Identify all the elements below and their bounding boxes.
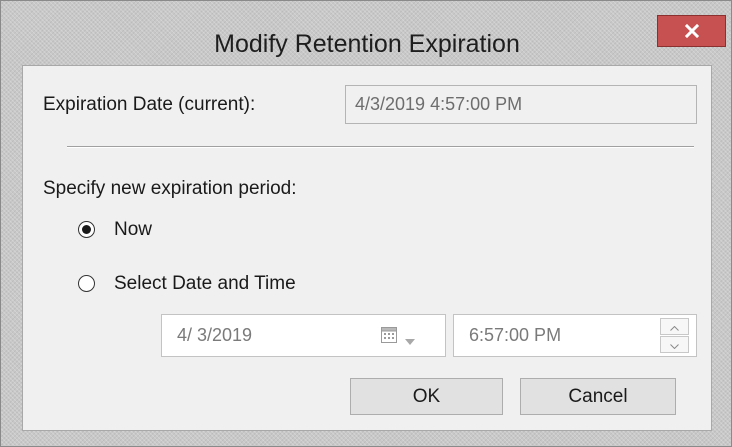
date-picker[interactable]: 4/ 3/2019 [161, 314, 446, 357]
date-value: 4/ 3/2019 [177, 325, 253, 345]
dialog-title: Modify Retention Expiration [214, 30, 520, 58]
close-icon [684, 24, 699, 38]
chevron-up-icon [670, 318, 679, 336]
time-spin-down-button[interactable] [660, 336, 689, 353]
radio-now-label[interactable]: Now [114, 218, 152, 242]
time-picker[interactable]: 6:57:00 PM [453, 314, 697, 357]
time-spin-up-button[interactable] [660, 318, 689, 335]
close-button[interactable] [657, 15, 726, 47]
time-value: 6:57:00 PM [469, 325, 562, 345]
current-expiration-label: Expiration Date (current): [43, 94, 256, 115]
ok-button[interactable]: OK [350, 378, 503, 415]
dialog-window: Modify Retention Expiration Expiration D… [0, 0, 732, 447]
radio-now[interactable] [78, 221, 95, 238]
dialog-content: Expiration Date (current): 4/3/2019 4:57… [22, 65, 712, 431]
radio-select-date-time[interactable] [78, 275, 95, 292]
radio-select-date-time-label[interactable]: Select Date and Time [114, 272, 296, 296]
chevron-down-icon[interactable] [405, 332, 415, 350]
chevron-down-icon [670, 336, 679, 354]
separator [67, 146, 694, 148]
cancel-button[interactable]: Cancel [520, 378, 676, 415]
radio-selected-dot [82, 225, 91, 234]
new-period-heading: Specify new expiration period: [43, 178, 297, 199]
current-expiration-field: 4/3/2019 4:57:00 PM [345, 85, 697, 124]
calendar-icon[interactable] [381, 327, 397, 348]
